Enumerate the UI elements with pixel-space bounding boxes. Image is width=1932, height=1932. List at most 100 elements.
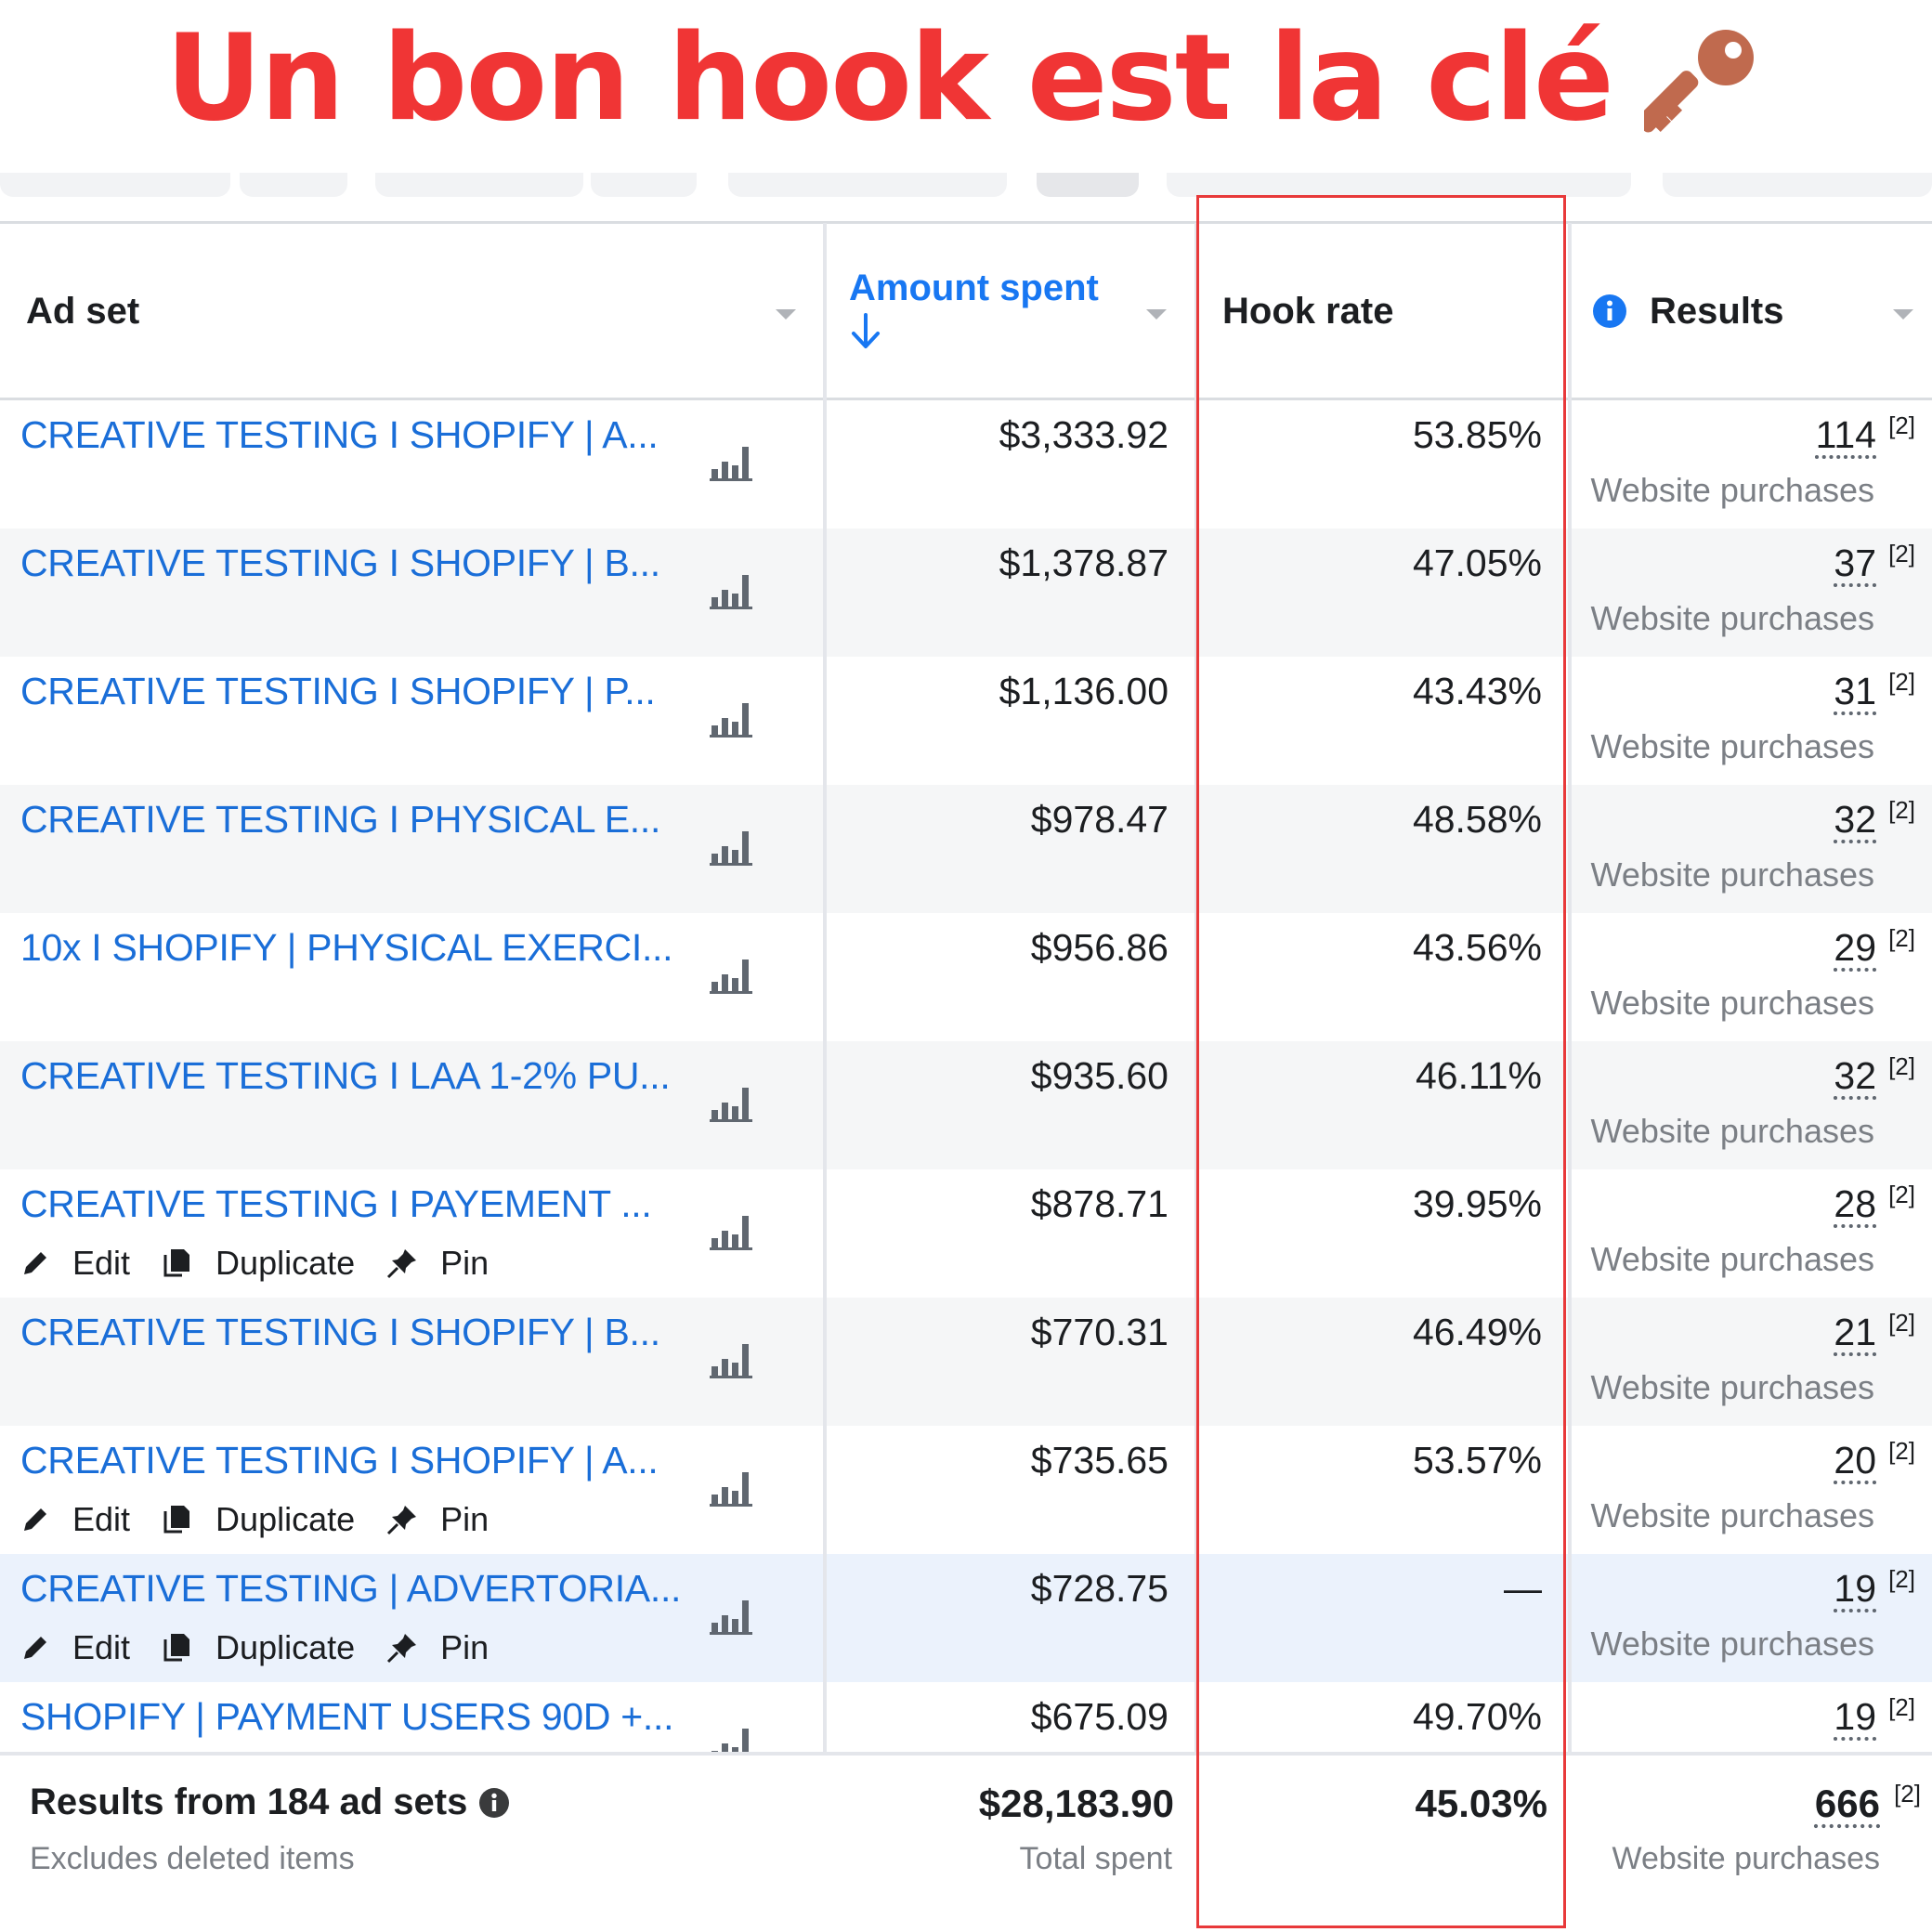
table-row[interactable]: CREATIVE TESTING I SHOPIFY | B... $1,378.… [0,529,1932,657]
results-cell[interactable]: 19 [1834,1567,1876,1611]
results-label: Website purchases [1590,1240,1875,1278]
column-separator[interactable] [1568,223,1572,1932]
footnote-marker: [2] [1888,1437,1915,1465]
ad-set-name-link[interactable]: CREATIVE TESTING I SHOPIFY | P... [20,670,656,713]
column-header-amount-spent[interactable]: Amount spent [849,223,1183,399]
table-row[interactable]: CREATIVE TESTING | ADVERTORIA... Edit Dupl… [0,1554,1932,1682]
duplicate-icon [162,1247,204,1279]
column-header-ad-set[interactable]: Ad set [26,223,825,399]
total-results[interactable]: 666 [1815,1782,1880,1826]
toolbar-pill[interactable] [1167,173,1631,197]
pin-button[interactable]: Pin [386,1244,489,1283]
toolbar-pill[interactable] [1663,173,1932,197]
table-row[interactable]: CREATIVE TESTING I SHOPIFY | A... Edit Dup… [0,1426,1932,1554]
table-row[interactable]: CREATIVE TESTING I SHOPIFY | A... $3,333.… [0,400,1932,529]
chart-bars-icon[interactable] [710,698,756,738]
key-icon [1636,17,1767,139]
chart-bars-icon[interactable] [710,1338,756,1379]
column-header-results[interactable]: Results [1592,223,1908,399]
edit-button[interactable]: Edit [20,1628,130,1667]
table-row[interactable]: CREATIVE TESTING I PAYEMENT ... Edit Dupli… [0,1169,1932,1298]
hook-rate-cell: 48.58% [1412,798,1542,841]
info-icon[interactable] [1592,294,1627,329]
duplicate-icon [162,1632,204,1664]
table-row[interactable]: CREATIVE TESTING I LAA 1-2% PU... $935.60… [0,1041,1932,1169]
amount-spent-cell: $770.31 [1030,1311,1168,1353]
duplicate-button[interactable]: Duplicate [162,1244,355,1283]
caret-down-icon[interactable] [1146,309,1167,320]
duplicate-button[interactable]: Duplicate [162,1628,355,1667]
results-cell[interactable]: 21 [1834,1311,1876,1354]
results-label: Website purchases [1590,1368,1875,1406]
caret-down-icon[interactable] [1893,309,1913,320]
info-icon[interactable] [478,1787,510,1819]
summary-subtitle: Excludes deleted items [30,1841,355,1876]
table-row[interactable]: CREATIVE TESTING I SHOPIFY | P... $1,136.… [0,657,1932,785]
ad-set-name-link[interactable]: CREATIVE TESTING I SHOPIFY | A... [20,1439,659,1482]
table-row[interactable]: CREATIVE TESTING I SHOPIFY | B... $770.31… [0,1298,1932,1426]
amount-spent-cell: $3,333.92 [999,413,1168,456]
toolbar-pill[interactable] [375,173,583,197]
column-separator[interactable] [823,223,827,1932]
results-label: Website purchases [1590,727,1875,765]
pin-label: Pin [440,1244,490,1282]
chart-bars-icon[interactable] [710,441,756,482]
footnote-marker: [2] [1888,668,1915,696]
chart-bars-icon[interactable] [710,1082,756,1123]
edit-button[interactable]: Edit [20,1244,130,1283]
column-header-hook-rate[interactable]: Hook rate [1222,223,1557,399]
footnote-marker: [2] [1888,1309,1915,1337]
results-cell[interactable]: 114 [1816,413,1876,457]
hook-rate-cell: — [1504,1567,1542,1610]
edit-button[interactable]: Edit [20,1500,130,1539]
table-row[interactable]: CREATIVE TESTING I PHYSICAL E... $978.47 4… [0,785,1932,913]
results-cell[interactable]: 28 [1834,1182,1876,1226]
ad-set-name-link[interactable]: SHOPIFY | PAYMENT USERS 90D +... [20,1695,674,1739]
amount-spent-cell: $935.60 [1030,1054,1168,1097]
caret-down-icon[interactable] [776,309,796,320]
results-cell[interactable]: 29 [1834,926,1876,970]
amount-spent-cell: $735.65 [1030,1439,1168,1482]
results-cell[interactable]: 32 [1834,1054,1876,1098]
results-cell[interactable]: 31 [1834,670,1876,713]
chart-bars-icon[interactable] [710,954,756,995]
ad-set-name-link[interactable]: CREATIVE TESTING I LAA 1-2% PU... [20,1054,671,1098]
summary-title: Results from 184 ad sets [30,1782,510,1823]
results-cell[interactable]: 37 [1834,542,1876,585]
ad-set-name-link[interactable]: CREATIVE TESTING I SHOPIFY | B... [20,542,660,585]
chart-bars-icon[interactable] [710,826,756,867]
amount-spent-cell: $1,378.87 [999,542,1168,584]
footnote-marker: [2] [1888,1052,1915,1080]
amount-spent-cell: $1,136.00 [999,670,1168,712]
ad-set-name-link[interactable]: CREATIVE TESTING I PAYEMENT ... [20,1182,652,1226]
results-label: Website purchases [1590,1112,1875,1150]
chart-bars-icon[interactable] [710,1595,756,1636]
ad-set-name-link[interactable]: CREATIVE TESTING I PHYSICAL E... [20,798,660,842]
toolbar-pill[interactable] [0,173,230,197]
toolbar-pill[interactable] [240,173,347,197]
chart-bars-icon[interactable] [710,1210,756,1251]
footnote-marker: [2] [1888,1565,1915,1593]
chart-bars-icon[interactable] [710,1467,756,1508]
pin-button[interactable]: Pin [386,1500,489,1539]
ad-set-name-link[interactable]: CREATIVE TESTING | ADVERTORIA... [20,1567,681,1611]
toolbar-pill[interactable] [1037,173,1139,197]
ad-set-name-link[interactable]: 10x I SHOPIFY | PHYSICAL EXERCI... [20,926,673,970]
column-separator[interactable] [1194,223,1198,1932]
ad-set-name-link[interactable]: CREATIVE TESTING I SHOPIFY | B... [20,1311,660,1354]
table-row[interactable]: 10x I SHOPIFY | PHYSICAL EXERCI... $956.8… [0,913,1932,1041]
toolbar-pill[interactable] [728,173,1007,197]
ad-set-name-link[interactable]: CREATIVE TESTING I SHOPIFY | A... [20,413,659,457]
chart-bars-icon[interactable] [710,569,756,610]
results-cell[interactable]: 20 [1834,1439,1876,1482]
results-cell[interactable]: 32 [1834,798,1876,842]
duplicate-button[interactable]: Duplicate [162,1500,355,1539]
pin-button[interactable]: Pin [386,1628,489,1667]
headline-text: Un bon hook est la clé [165,8,1614,148]
toolbar-pill[interactable] [591,173,697,197]
duplicate-icon [162,1504,204,1535]
edit-label: Edit [72,1628,131,1666]
results-cell[interactable]: 19 [1834,1695,1876,1739]
arrow-down-icon [849,313,882,355]
hook-rate-cell: 53.85% [1412,413,1542,456]
